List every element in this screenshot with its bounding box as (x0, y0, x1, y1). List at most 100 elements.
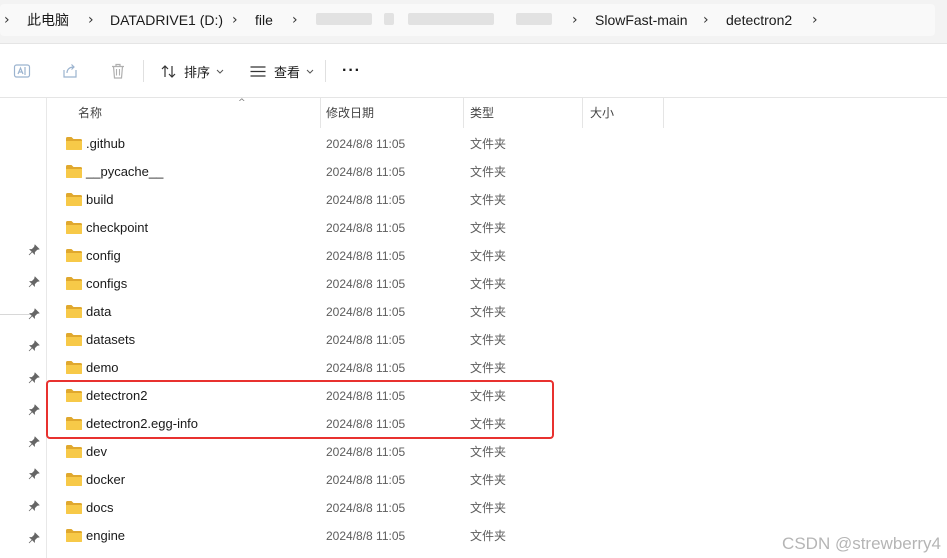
sort-label: 排序 (184, 64, 211, 80)
breadcrumb-detectron2[interactable]: detectron2 (726, 10, 792, 30)
file-name: docs (86, 500, 114, 515)
breadcrumb-this-pc[interactable]: 此电脑 (27, 10, 69, 30)
chevron-right-icon[interactable]: › (812, 10, 818, 30)
delete-icon[interactable] (109, 62, 127, 80)
folder-icon (66, 473, 82, 486)
redacted-crumb (384, 13, 394, 25)
file-row[interactable]: dev 2024/8/8 11:05 文件夹 (47, 438, 947, 466)
share-icon[interactable] (61, 62, 79, 80)
breadcrumb-file[interactable]: file (255, 10, 273, 30)
file-name: docker (86, 472, 126, 487)
column-name[interactable]: 名称 (78, 98, 102, 128)
file-type: 文件夹 (470, 389, 507, 403)
file-row[interactable]: docs 2024/8/8 11:05 文件夹 (47, 494, 947, 522)
column-divider[interactable] (463, 98, 464, 128)
folder-icon (66, 529, 82, 542)
breadcrumb-slowfast[interactable]: SlowFast-main (595, 10, 688, 30)
file-type: 文件夹 (470, 361, 507, 375)
file-list: .github 2024/8/8 11:05 文件夹 __pycache__ 2024/… (47, 130, 947, 550)
redacted-crumb (516, 13, 552, 25)
file-modified: 2024/8/8 11:05 (326, 249, 406, 263)
file-row[interactable]: docker 2024/8/8 11:05 文件夹 (47, 466, 947, 494)
chevron-right-icon[interactable]: › (4, 10, 10, 30)
file-name: __pycache__ (86, 164, 164, 179)
file-name: configs (86, 276, 128, 291)
column-divider[interactable] (663, 98, 664, 128)
file-row[interactable]: detectron2.egg-info 2024/8/8 11:05 文件夹 (47, 410, 947, 438)
file-row[interactable]: datasets 2024/8/8 11:05 文件夹 (47, 326, 947, 354)
file-modified: 2024/8/8 11:05 (326, 165, 406, 179)
chevron-right-icon[interactable]: › (703, 10, 709, 30)
pin-icon[interactable] (28, 500, 40, 512)
file-modified: 2024/8/8 11:05 (326, 277, 406, 291)
column-header-row: ^ 名称 修改日期 类型 大小 (47, 98, 947, 128)
pin-icon[interactable] (28, 532, 40, 544)
folder-icon (66, 417, 82, 430)
file-type: 文件夹 (470, 305, 507, 319)
view-label: 查看 (274, 64, 301, 80)
folder-icon (66, 501, 82, 514)
folder-icon (66, 389, 82, 402)
folder-icon (66, 193, 82, 206)
file-type: 文件夹 (470, 249, 507, 263)
chevron-right-icon[interactable]: › (88, 10, 94, 30)
breadcrumb-drive[interactable]: DATADRIVE1 (D:) (110, 10, 223, 30)
view-button[interactable]: 查看 (249, 58, 315, 84)
watermark: CSDN @strewberry4 (782, 534, 941, 553)
pin-icon[interactable] (28, 244, 40, 256)
file-name: config (86, 248, 121, 263)
view-icon (250, 65, 266, 77)
pin-icon[interactable] (28, 404, 40, 416)
file-type: 文件夹 (470, 333, 507, 347)
folder-icon (66, 221, 82, 234)
folder-icon (66, 249, 82, 262)
pin-icon[interactable] (28, 276, 40, 288)
file-modified: 2024/8/8 11:05 (326, 361, 406, 375)
file-modified: 2024/8/8 11:05 (326, 417, 406, 431)
column-divider[interactable] (320, 98, 321, 128)
file-row[interactable]: demo 2024/8/8 11:05 文件夹 (47, 354, 947, 382)
pin-icon[interactable] (28, 308, 40, 320)
pin-icon[interactable] (28, 468, 40, 480)
column-divider[interactable] (582, 98, 583, 128)
file-name: build (86, 192, 114, 207)
file-name: engine (86, 528, 126, 543)
file-type: 文件夹 (470, 501, 507, 515)
file-row[interactable]: __pycache__ 2024/8/8 11:05 文件夹 (47, 158, 947, 186)
file-row[interactable]: .github 2024/8/8 11:05 文件夹 (47, 130, 947, 158)
column-type[interactable]: 类型 (470, 98, 494, 128)
file-row[interactable]: data 2024/8/8 11:05 文件夹 (47, 298, 947, 326)
chevron-right-icon[interactable]: › (572, 10, 578, 30)
folder-icon (66, 165, 82, 178)
file-name: datasets (86, 332, 136, 347)
file-modified: 2024/8/8 11:05 (326, 389, 406, 403)
file-type: 文件夹 (470, 277, 507, 291)
file-modified: 2024/8/8 11:05 (326, 473, 406, 487)
separator (325, 60, 326, 82)
file-row[interactable]: checkpoint 2024/8/8 11:05 文件夹 (47, 214, 947, 242)
chevron-right-icon[interactable]: › (292, 10, 298, 30)
pin-icon[interactable] (28, 372, 40, 384)
file-row[interactable]: build 2024/8/8 11:05 文件夹 (47, 186, 947, 214)
pin-icon[interactable] (28, 340, 40, 352)
column-size[interactable]: 大小 (590, 98, 614, 128)
file-row[interactable]: detectron2 2024/8/8 11:05 文件夹 (47, 382, 947, 410)
file-modified: 2024/8/8 11:05 (326, 305, 406, 319)
file-row[interactable]: config 2024/8/8 11:05 文件夹 (47, 242, 947, 270)
file-modified: 2024/8/8 11:05 (326, 445, 406, 459)
file-row[interactable]: configs 2024/8/8 11:05 文件夹 (47, 270, 947, 298)
command-bar: 排序 查看 ··· (0, 44, 947, 98)
file-name: dev (86, 444, 107, 459)
redacted-crumb (408, 13, 494, 25)
column-modified[interactable]: 修改日期 (326, 98, 374, 128)
file-modified: 2024/8/8 11:05 (326, 221, 406, 235)
file-modified: 2024/8/8 11:05 (326, 333, 406, 347)
chevron-right-icon[interactable]: › (232, 10, 238, 30)
rename-icon[interactable] (13, 62, 31, 80)
pin-icon[interactable] (28, 436, 40, 448)
more-options-button[interactable]: ··· (342, 58, 361, 84)
file-name: detectron2 (86, 388, 148, 403)
sort-button[interactable]: 排序 (160, 58, 225, 84)
file-type: 文件夹 (470, 193, 507, 207)
file-type: 文件夹 (470, 473, 507, 487)
